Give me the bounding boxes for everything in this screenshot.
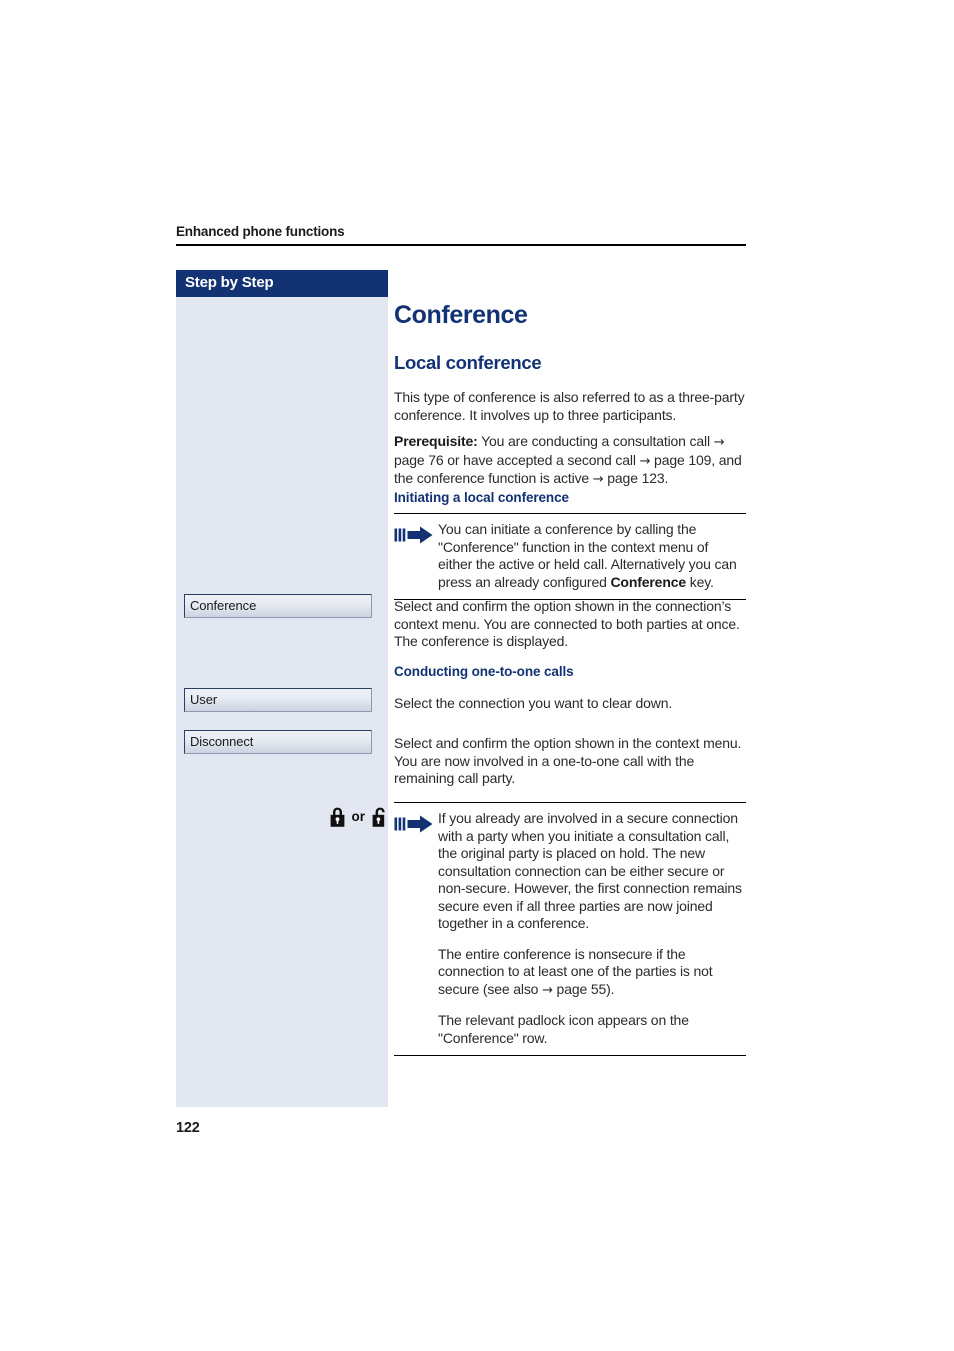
- note-2-paragraph-3: The relevant padlock icon appears on the…: [438, 1012, 689, 1046]
- paragraph-intro: This type of conference is also referred…: [394, 389, 745, 423]
- note-box-security: If you already are involved in a secure …: [394, 802, 746, 1056]
- note-box-initiating: You can initiate a conference by calling…: [394, 513, 746, 600]
- section-title-local-conference: Local conference: [394, 352, 542, 373]
- arrow-right-icon: →: [713, 435, 725, 450]
- arrow-right-icon: →: [639, 453, 651, 469]
- key-disconnect-label: Disconnect: [190, 734, 254, 749]
- key-conference[interactable]: Conference: [184, 594, 372, 618]
- prerequisite-text-2: page 76 or have accepted a second call: [394, 451, 640, 468]
- key-user-label: User: [190, 692, 218, 707]
- header-divider: [176, 244, 746, 246]
- note-2-text-part2: page 55).: [552, 980, 615, 997]
- padlock-indicator-row: or: [294, 804, 388, 830]
- subsection-title-one-to-one: Conducting one-to-one calls: [394, 664, 574, 679]
- padlock-closed-icon: [329, 806, 346, 828]
- step-by-step-title: Step by Step: [185, 274, 274, 291]
- arrow-right-icon: →: [592, 472, 604, 487]
- paragraph-select-connection: Select the connection you want to clear …: [394, 695, 673, 711]
- padlock-open-icon: [371, 806, 388, 828]
- paragraph-select-conference: Select and confirm the option shown in t…: [394, 598, 740, 649]
- note-1-bold-key: Conference: [610, 573, 686, 590]
- key-conference-label: Conference: [190, 598, 257, 613]
- key-user[interactable]: User: [184, 688, 372, 712]
- paragraph-select-disconnect: Select and confirm the option shown in t…: [394, 735, 742, 786]
- note-1-text-part2: key.: [686, 573, 714, 590]
- prerequisite-text-4: page 123.: [603, 470, 669, 486]
- padlock-or-label: or: [351, 809, 366, 825]
- key-disconnect[interactable]: Disconnect: [184, 730, 372, 754]
- document-page: Enhanced phone functions Step by Step Co…: [0, 0, 954, 1351]
- running-header: Enhanced phone functions: [176, 224, 345, 239]
- prerequisite-text-1: You are conducting a consultation call: [477, 433, 714, 449]
- note-1-text: You can initiate a conference by calling…: [438, 521, 746, 591]
- note-2-paragraph-1: If you already are involved in a secure …: [438, 810, 742, 931]
- step-by-step-title-bar: Step by Step: [176, 270, 388, 297]
- prerequisite-label: Prerequisite:: [394, 433, 478, 449]
- subsection-title-initiating: Initiating a local conference: [394, 490, 569, 505]
- note-2-paragraph-2: The entire conference is nonsecure if th…: [438, 946, 746, 1000]
- page-number: 122: [176, 1120, 200, 1136]
- paragraph-prerequisite: Prerequisite: You are conducting a consu…: [394, 433, 746, 489]
- note-arrow-icon: [394, 814, 434, 834]
- note-arrow-icon: [394, 525, 434, 545]
- page-title: Conference: [394, 301, 528, 329]
- step-by-step-sidebar: Step by Step Conference User Disconnect …: [176, 270, 388, 1107]
- arrow-right-icon: →: [542, 982, 553, 998]
